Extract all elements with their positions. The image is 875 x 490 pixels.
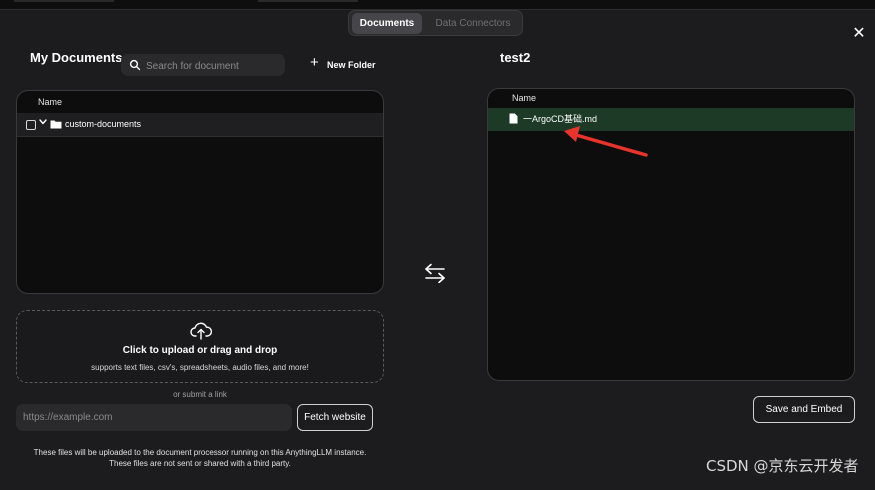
background-app-edge <box>14 0 114 2</box>
upload-notice-line1: These files will be uploaded to the docu… <box>33 448 367 457</box>
tab-documents[interactable]: Documents <box>352 13 422 34</box>
folder-icon <box>50 120 62 129</box>
folder-name: custom-documents <box>65 119 142 129</box>
new-folder-label: New Folder <box>327 60 376 70</box>
name-column-header: Name <box>38 97 63 107</box>
upload-notice-line2: These files are not sent or shared with … <box>109 459 291 468</box>
tab-data-connectors[interactable]: Data Connectors <box>427 13 519 34</box>
background-app-edge <box>258 0 358 2</box>
upload-dropzone[interactable]: Click to upload or drag and drop support… <box>16 310 384 383</box>
watermark: CSDN @京东云开发者 <box>706 457 859 475</box>
plus-icon: + <box>310 54 319 71</box>
close-icon[interactable]: ✕ <box>851 26 867 42</box>
modal-tabs: Documents Data Connectors <box>348 10 523 36</box>
upload-main-text: Click to upload or drag and drop <box>122 345 278 356</box>
my-documents-panel: Name custom-documents <box>16 90 384 294</box>
upload-cloud-icon <box>190 322 212 340</box>
search-bar[interactable] <box>121 54 285 76</box>
chevron-down-icon[interactable] <box>38 117 48 127</box>
documents-modal: Documents Data Connectors ✕ My Documents… <box>0 9 875 490</box>
checkbox-icon[interactable] <box>26 120 36 130</box>
file-row[interactable]: 一ArgoCD基础.md <box>488 108 854 131</box>
background-app-strip <box>0 0 875 9</box>
upload-supported-text: supports text files, csv's, spreadsheets… <box>91 363 309 372</box>
file-icon <box>509 113 518 124</box>
table-header: Name <box>488 89 854 108</box>
file-name: 一ArgoCD基础.md <box>523 114 598 124</box>
name-column-header: Name <box>512 93 537 103</box>
my-documents-title: My Documents <box>30 50 123 65</box>
swap-arrows-icon[interactable] <box>424 263 446 283</box>
workspace-title: test2 <box>500 50 531 65</box>
folder-row[interactable]: custom-documents <box>17 113 383 137</box>
search-input[interactable] <box>144 56 283 76</box>
table-header: Name <box>17 91 383 114</box>
url-input[interactable] <box>16 404 292 431</box>
fetch-website-button[interactable]: Fetch website <box>297 404 373 431</box>
search-icon <box>129 59 141 71</box>
save-and-embed-button[interactable]: Save and Embed <box>753 396 855 423</box>
workspace-documents-panel: Name 一ArgoCD基础.md <box>487 88 855 381</box>
or-submit-link-label: or submit a link <box>173 390 227 399</box>
